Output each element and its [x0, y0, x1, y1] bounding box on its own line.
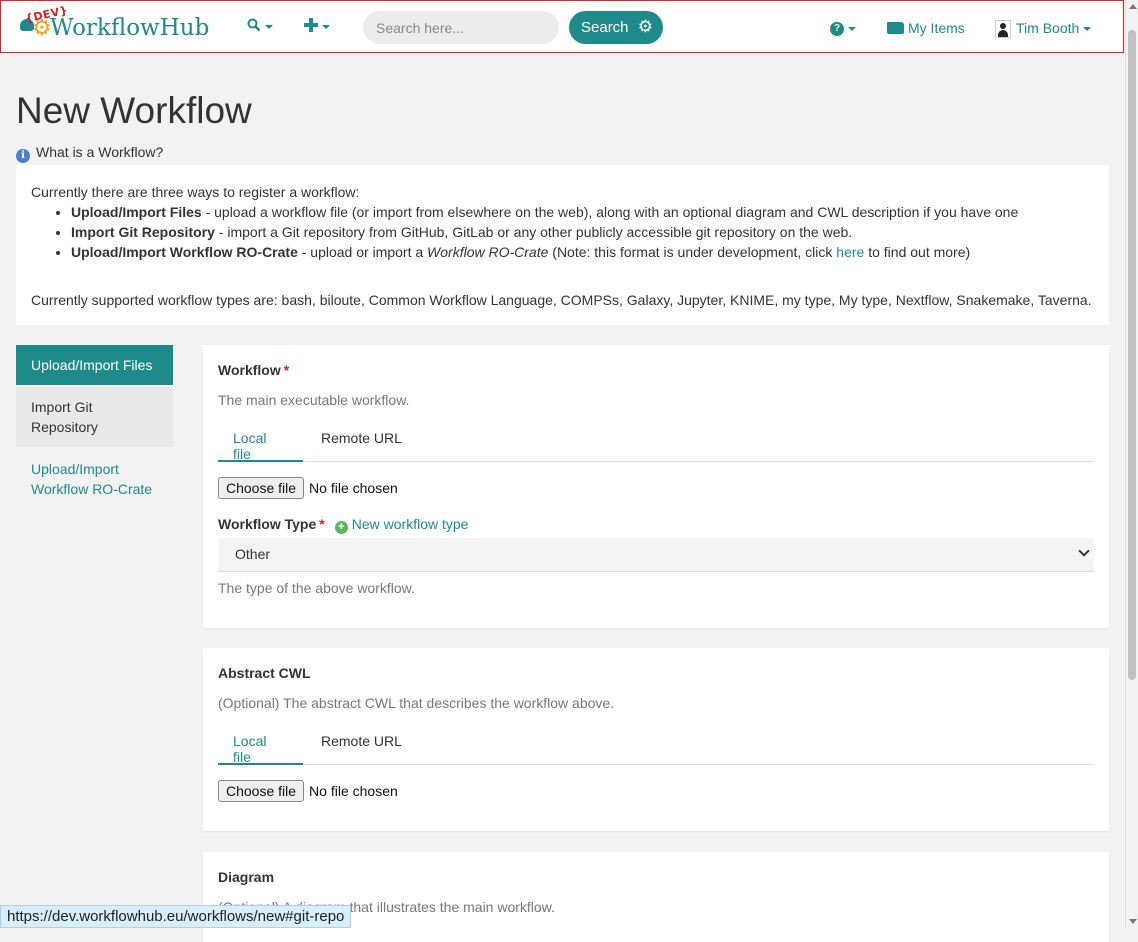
workflow-label: Workflow *	[218, 362, 289, 378]
sidenav-upload-import-files[interactable]: Upload/Import Files	[16, 345, 173, 385]
workflow-type-help: The type of the above workflow.	[218, 580, 415, 596]
brand-name: WorkflowHub	[50, 15, 210, 41]
user-name: Tim Booth	[1016, 20, 1080, 36]
browse-dropdown[interactable]	[247, 16, 273, 36]
search-button[interactable]: Search ⚙	[569, 11, 663, 44]
create-dropdown[interactable]	[304, 16, 330, 36]
list-item: Upload/Import Workflow RO-Crate - upload…	[71, 242, 1094, 262]
what-is-workflow-help[interactable]: i What is a Workflow?	[16, 144, 163, 163]
search-input[interactable]	[363, 11, 559, 44]
chevron-down-icon	[1078, 545, 1090, 557]
workflow-type-label-text: Workflow Type	[218, 516, 317, 532]
tab-local-file[interactable]: Local file	[218, 418, 303, 462]
workflow-source-tabs: Local file Remote URL	[218, 418, 1094, 462]
cwl-source-tabs: Local file Remote URL	[218, 721, 1094, 765]
scroll-thumb[interactable]	[1128, 30, 1136, 680]
diagram-label: Diagram	[218, 869, 275, 885]
registration-methods-list: Upload/Import Files - upload a workflow …	[31, 202, 1094, 262]
help-dropdown[interactable]: ?	[830, 18, 856, 38]
folder-icon	[887, 22, 904, 35]
diagram-panel: Diagram (Optional) A diagram that illust…	[203, 852, 1109, 942]
choose-file-button[interactable]: Choose file	[218, 780, 305, 802]
choose-file-button[interactable]: Choose file	[218, 477, 305, 499]
cwl-file-input: Choose file No file chosen	[218, 780, 398, 802]
workflow-type-label: Workflow Type * + New workflow type	[218, 516, 468, 534]
tab-remote-url[interactable]: Remote URL	[306, 721, 417, 765]
required-marker: *	[283, 362, 290, 378]
search-icon	[247, 18, 261, 32]
method-desc: to find out more)	[864, 244, 971, 260]
workflow-file-input: Choose file No file chosen	[218, 477, 398, 499]
list-item: Import Git Repository - import a Git rep…	[71, 222, 1094, 242]
method-desc: - upload or import a	[297, 244, 428, 260]
scroll-down-icon[interactable]	[1129, 919, 1137, 924]
method-title: Upload/Import Files	[71, 204, 202, 220]
intro-box: Currently there are three ways to regist…	[16, 165, 1109, 325]
method-title: Import Git Repository	[71, 224, 215, 240]
scroll-up-icon[interactable]	[1129, 4, 1137, 9]
ro-crate-info-link[interactable]: here	[836, 244, 864, 260]
required-marker: *	[319, 516, 325, 532]
brand-logo[interactable]: ⚙ {DEV} WorkflowHub	[19, 4, 219, 47]
sidenav-import-git-repository[interactable]: Import Git Repository	[16, 387, 173, 447]
sidenav-upload-import-ro-crate[interactable]: Upload/Import Workflow RO-Crate	[16, 449, 173, 509]
caret-down-icon	[322, 24, 330, 29]
question-icon: ?	[830, 22, 844, 37]
plus-icon	[304, 18, 318, 32]
tab-remote-url[interactable]: Remote URL	[306, 418, 417, 462]
my-items-link[interactable]: My Items	[887, 18, 965, 38]
intro-lead: Currently there are three ways to regist…	[31, 184, 360, 200]
caret-down-icon	[848, 27, 856, 32]
page-scrollbar[interactable]	[1125, 0, 1138, 928]
method-title: Upload/Import Workflow RO-Crate	[71, 244, 298, 260]
user-menu[interactable]: Tim Booth	[995, 18, 1092, 39]
what-is-workflow-label: What is a Workflow?	[36, 144, 164, 160]
method-desc-em: Workflow RO-Crate	[427, 244, 549, 260]
search-settings-icon[interactable]: ⚙	[638, 17, 653, 37]
list-item: Upload/Import Files - upload a workflow …	[71, 202, 1094, 222]
workflow-label-text: Workflow	[218, 362, 281, 378]
method-desc: (Note: this format is under development,…	[548, 244, 837, 260]
file-status: No file chosen	[309, 480, 398, 496]
abstract-cwl-label: Abstract CWL	[218, 665, 311, 681]
method-desc: - import a Git repository from GitHub, G…	[214, 224, 853, 240]
new-workflow-type-link[interactable]: New workflow type	[352, 516, 469, 532]
supported-types-text: Currently supported workflow types are: …	[31, 292, 1092, 308]
avatar	[995, 20, 1011, 39]
caret-down-icon	[1083, 27, 1092, 32]
my-items-label: My Items	[908, 20, 965, 36]
workflow-help: The main executable workflow.	[218, 392, 410, 408]
tab-local-file[interactable]: Local file	[218, 721, 303, 765]
page-title: New Workflow	[16, 90, 252, 131]
caret-down-icon	[265, 24, 273, 29]
info-icon: i	[16, 149, 30, 163]
workflow-type-select[interactable]: Other	[218, 538, 1094, 572]
file-status: No file chosen	[309, 783, 398, 799]
workflow-type-selected: Other	[235, 546, 271, 562]
search-button-label: Search	[581, 19, 629, 36]
add-icon: +	[334, 521, 348, 534]
method-desc: - upload a workflow file (or import from…	[201, 204, 1019, 220]
top-navbar: ⚙ {DEV} WorkflowHub Search ⚙ ? My Items …	[0, 0, 1124, 53]
abstract-cwl-help: (Optional) The abstract CWL that describ…	[218, 695, 615, 711]
link-status-bar: https://dev.workflowhub.eu/workflows/new…	[0, 905, 352, 928]
abstract-cwl-panel: Abstract CWL (Optional) The abstract CWL…	[203, 648, 1109, 831]
workflow-panel: Workflow * The main executable workflow. …	[203, 345, 1109, 628]
